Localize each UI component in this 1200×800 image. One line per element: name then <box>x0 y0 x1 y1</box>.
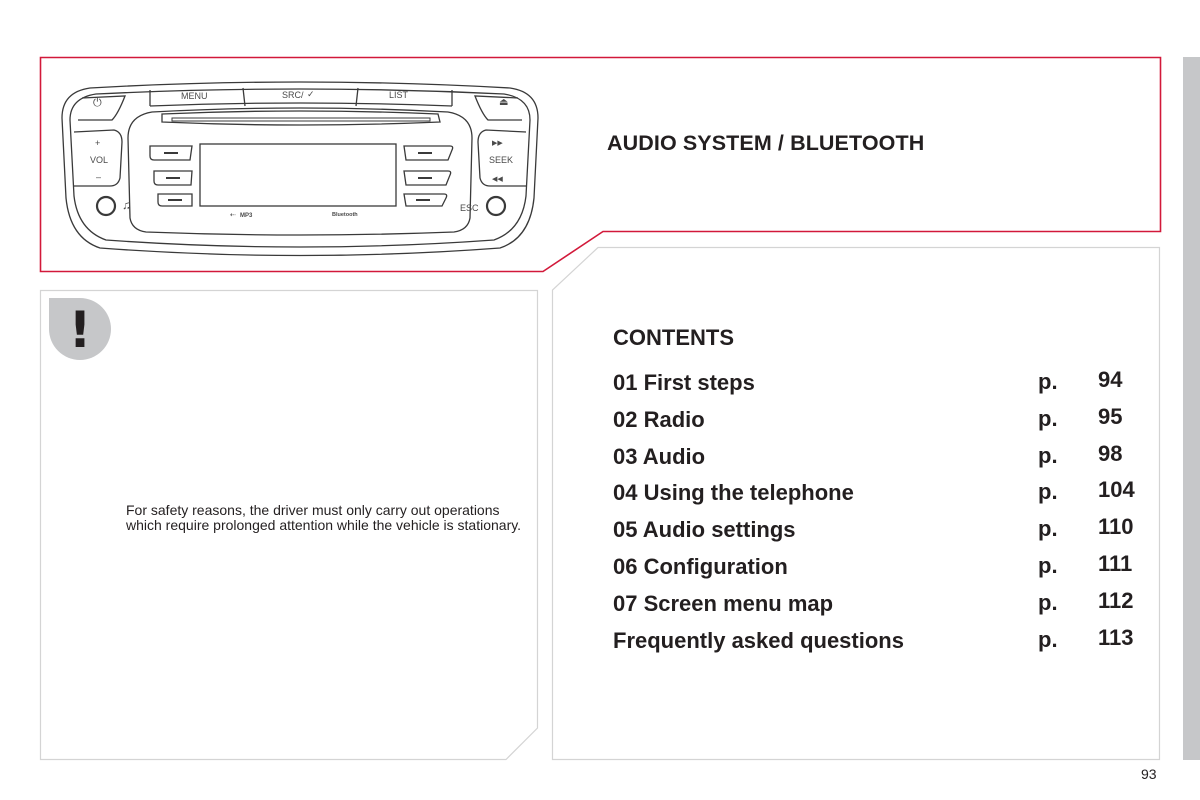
toc-page-number: 104 <box>1098 477 1135 503</box>
radio-phone-icon: ✓ <box>307 89 315 99</box>
toc-page-prefix: p. <box>1038 516 1058 542</box>
toc-page-number: 98 <box>1098 440 1123 466</box>
page-number: 93 <box>1141 766 1157 782</box>
radio-seek-label: SEEK <box>489 155 514 165</box>
usb-icon: ⇠ <box>230 212 236 219</box>
toc-page-prefix: p. <box>1038 479 1058 505</box>
radio-power-icon: ⏻ <box>93 97 102 109</box>
toc-item-title: Frequently asked questions <box>613 627 904 653</box>
radio-src-label: SRC/ <box>282 90 304 100</box>
safety-warning-text: For safety reasons, the driver must only… <box>126 502 522 533</box>
table-of-contents: 01 First steps p. 94 02 Radio p. 95 03 A… <box>613 367 1153 665</box>
toc-item-audio[interactable]: 03 Audio p. 98 <box>613 441 1153 481</box>
toc-item-title: 05 Audio settings <box>613 517 796 543</box>
contents-heading: CONTENTS <box>613 325 734 350</box>
toc-page-number: 94 <box>1098 367 1123 392</box>
toc-item-title: 06 Configuration <box>613 553 788 579</box>
toc-item-title: 02 Radio <box>613 406 705 432</box>
toc-item-title: 01 First steps <box>613 370 755 395</box>
toc-page-prefix: p. <box>1038 626 1058 652</box>
toc-item-title: 04 Using the telephone <box>613 480 854 506</box>
toc-page-number: 113 <box>1098 624 1134 650</box>
toc-page-prefix: p. <box>1038 369 1058 394</box>
toc-item-title: 07 Screen menu map <box>613 590 834 616</box>
toc-page-number: 111 <box>1098 550 1133 576</box>
warning-exclamation-glyph: ! <box>68 301 92 359</box>
toc-item-first-steps[interactable]: 01 First steps p. 94 <box>613 367 1153 407</box>
toc-page-prefix: p. <box>1038 552 1058 578</box>
radio-esc-label: ESC <box>460 203 479 213</box>
radio-menu-label: MENU <box>181 91 208 101</box>
music-note-icon: ♫ <box>122 198 131 212</box>
toc-page-prefix: p. <box>1038 405 1058 431</box>
radio-outline <box>61 81 539 257</box>
radio-vol-minus: – <box>96 172 102 182</box>
section-title: AUDIO SYSTEM / BLUETOOTH <box>607 131 925 155</box>
radio-vol-label: VOL <box>90 155 109 165</box>
radio-eject-icon: ⏏ <box>499 97 509 108</box>
toc-item-radio[interactable]: 02 Radio p. 95 <box>613 404 1153 444</box>
toc-item-faq[interactable]: Frequently asked questions p. 113 <box>613 625 1153 665</box>
radio-vol-plus: + <box>95 138 101 148</box>
toc-item-telephone[interactable]: 04 Using the telephone p. 104 <box>613 477 1153 517</box>
radio-mp3-logo: MP3 <box>240 213 253 219</box>
radio-seek-back: ◀◀ <box>492 176 503 183</box>
toc-page-number: 95 <box>1098 403 1123 429</box>
warning-exclamation-icon: ! <box>49 298 111 360</box>
toc-item-title: 03 Audio <box>613 443 706 469</box>
toc-page-number: 112 <box>1098 587 1134 613</box>
bluetooth-logo: Bluetooth <box>332 212 358 218</box>
chapter-side-tab <box>1183 57 1200 760</box>
toc-page-prefix: p. <box>1038 442 1058 468</box>
toc-item-audio-settings[interactable]: 05 Audio settings p. 110 <box>613 514 1153 554</box>
toc-item-screen-menu-map[interactable]: 07 Screen menu map p. 112 <box>613 588 1153 628</box>
toc-page-prefix: p. <box>1038 589 1058 615</box>
radio-illustration: ⏻ MENU SRC/ ✓ LIST ⏏ + VOL – ♫ ▶▶ SEEK ◀… <box>60 78 540 258</box>
toc-item-configuration[interactable]: 06 Configuration p. 111 <box>613 551 1153 591</box>
radio-list-label: LIST <box>389 90 409 100</box>
radio-seek-forward: ▶▶ <box>492 140 503 147</box>
toc-page-number: 110 <box>1098 514 1134 540</box>
